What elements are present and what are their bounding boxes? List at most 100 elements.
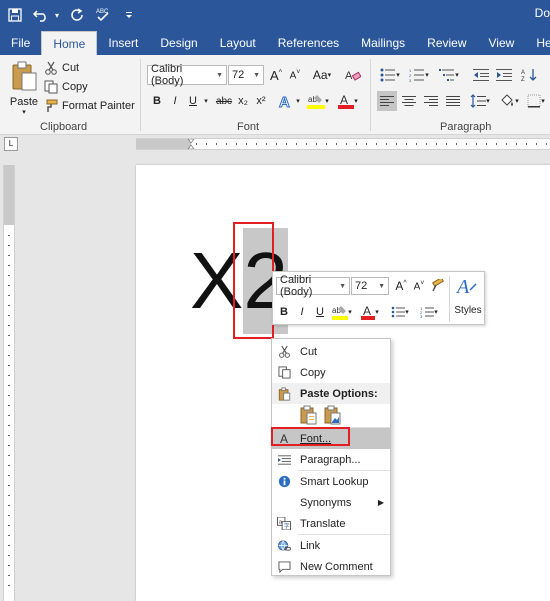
horizontal-ruler[interactable]	[136, 138, 550, 150]
increase-indent-button[interactable]	[494, 65, 514, 85]
vertical-ruler[interactable]	[3, 165, 15, 601]
font-group-label: Font	[237, 121, 260, 133]
borders-button[interactable]: ▾	[524, 91, 548, 111]
chevron-down-icon: ▼	[339, 282, 346, 290]
highlight-color-button[interactable]: ab ▾	[306, 91, 330, 111]
paste-button[interactable]: Paste ▾	[8, 61, 40, 121]
justify-button[interactable]	[443, 91, 463, 111]
mini-highlight-button[interactable]: ab ▾	[331, 302, 353, 322]
tab-selector[interactable]: L	[4, 137, 18, 151]
paste-dropdown-icon[interactable]: ▾	[8, 108, 40, 116]
mini-styles-label: Styles	[454, 304, 482, 316]
change-case-button[interactable]: Aa ▾	[309, 65, 335, 85]
menu-item-copy[interactable]: Copy	[272, 362, 390, 383]
undo-dropdown-icon[interactable]: ▾	[52, 11, 62, 20]
font-size-value: 72	[232, 69, 245, 81]
menu-item-label: Translate	[300, 517, 346, 530]
menu-item-paragraph[interactable]: Paragraph...	[272, 449, 390, 470]
context-menu: Cut Copy Paste Options: A Font... Paragr…	[271, 338, 391, 576]
menu-item-translate[interactable]: a字 Translate	[272, 513, 390, 534]
spelling-check-icon[interactable]: ABC	[92, 4, 114, 26]
shrink-font-button[interactable]: A˅	[286, 65, 304, 85]
svg-text:A: A	[279, 94, 290, 109]
superscript-button[interactable]: x²	[253, 91, 269, 111]
tab-layout[interactable]: Layout	[209, 31, 267, 55]
menu-item-cut[interactable]: Cut	[272, 341, 390, 362]
mini-font-size-combo[interactable]: 72 ▼	[351, 277, 389, 295]
tab-mailings[interactable]: Mailings	[350, 31, 416, 55]
format-painter-icon	[46, 99, 58, 112]
mini-grow-font-button[interactable]: A^	[393, 276, 409, 296]
numbering-button[interactable]: 1 2 3 ▾	[406, 65, 432, 85]
tab-help[interactable]: Help	[525, 31, 550, 55]
menu-item-label: New Comment	[300, 560, 373, 573]
underline-dropdown-icon[interactable]: ▾	[201, 91, 211, 111]
font-size-combo[interactable]: 72 ▼	[228, 65, 264, 85]
tab-review[interactable]: Review	[416, 31, 477, 55]
undo-icon[interactable]	[30, 4, 52, 26]
comment-icon	[278, 560, 290, 573]
text-effects-button[interactable]: A ▾	[278, 91, 300, 111]
paste-keep-source-button[interactable]	[298, 404, 320, 426]
tab-home[interactable]: Home	[41, 31, 98, 55]
scissors-icon	[278, 345, 290, 358]
align-center-button[interactable]	[399, 91, 419, 111]
font-name-combo[interactable]: Calibri (Body) ▼	[147, 63, 227, 87]
mini-shrink-font-button[interactable]: A˅	[411, 276, 427, 296]
sort-button[interactable]: AZ	[519, 65, 539, 85]
decrease-indent-button[interactable]	[471, 65, 491, 85]
bullets-button[interactable]: ▾	[377, 65, 403, 85]
mini-format-painter-button[interactable]	[428, 276, 446, 296]
menu-item-link[interactable]: Link	[272, 535, 390, 556]
mini-underline-button[interactable]: U	[313, 302, 327, 322]
clear-formatting-button[interactable]: A	[343, 65, 363, 85]
align-right-button[interactable]	[421, 91, 441, 111]
chevron-down-icon: ▼	[216, 71, 223, 79]
tab-design[interactable]: Design	[149, 31, 208, 55]
tab-insert[interactable]: Insert	[97, 31, 149, 55]
paste-picture-button[interactable]	[322, 404, 344, 426]
menu-item-smart-lookup[interactable]: Smart Lookup	[272, 471, 390, 492]
mini-font-name-combo[interactable]: Calibri (Body) ▼	[276, 274, 350, 298]
numbering-icon: 123	[420, 306, 435, 318]
menu-item-label: Copy	[300, 366, 326, 379]
styles-icon: A	[456, 276, 477, 296]
tab-view[interactable]: View	[478, 31, 526, 55]
menu-item-new-comment[interactable]: New Comment	[272, 556, 390, 577]
bold-button[interactable]: B	[150, 91, 164, 111]
mini-numbering-button[interactable]: 1 2 3 ▾	[415, 302, 443, 322]
font-color-button[interactable]: A ▾	[336, 91, 360, 111]
format-painter-button[interactable]: Format Painter	[44, 97, 135, 115]
ruler-ticks	[187, 139, 547, 149]
tab-file[interactable]: File	[0, 31, 41, 55]
mini-bold-button[interactable]: B	[277, 302, 291, 322]
svg-text:A: A	[521, 70, 525, 76]
grow-font-button[interactable]: A^	[267, 65, 285, 85]
scissors-icon	[45, 61, 57, 75]
copy-button[interactable]: Copy	[44, 78, 88, 96]
line-spacing-button[interactable]: ▾	[467, 91, 493, 111]
shading-button[interactable]: ▾	[497, 91, 521, 111]
justify-icon	[446, 96, 460, 106]
clear-formatting-icon: A	[345, 70, 361, 82]
italic-button[interactable]: I	[168, 91, 182, 111]
mini-styles-button[interactable]: A	[454, 275, 482, 297]
save-icon[interactable]	[4, 4, 26, 26]
link-icon	[277, 540, 291, 551]
subscript-button[interactable]: x₂	[235, 91, 251, 111]
format-painter-icon	[431, 279, 444, 292]
underline-button[interactable]: U	[186, 91, 200, 111]
redo-icon[interactable]	[66, 4, 88, 26]
mini-bullets-button[interactable]: ▾	[389, 302, 411, 322]
mini-italic-button[interactable]: I	[295, 302, 309, 322]
svg-text:字: 字	[284, 522, 290, 530]
svg-text:A: A	[456, 276, 470, 296]
tab-references[interactable]: References	[267, 31, 350, 55]
menu-item-synonyms[interactable]: Synonyms ▶	[272, 492, 390, 513]
customize-toolbar-icon[interactable]	[118, 4, 140, 26]
align-left-button[interactable]	[377, 91, 397, 111]
strikethrough-button[interactable]: abc	[214, 91, 234, 111]
multilevel-list-button[interactable]: ▾	[436, 65, 462, 85]
mini-font-color-button[interactable]: A ▾	[359, 302, 381, 322]
cut-button[interactable]: Cut	[44, 59, 79, 77]
